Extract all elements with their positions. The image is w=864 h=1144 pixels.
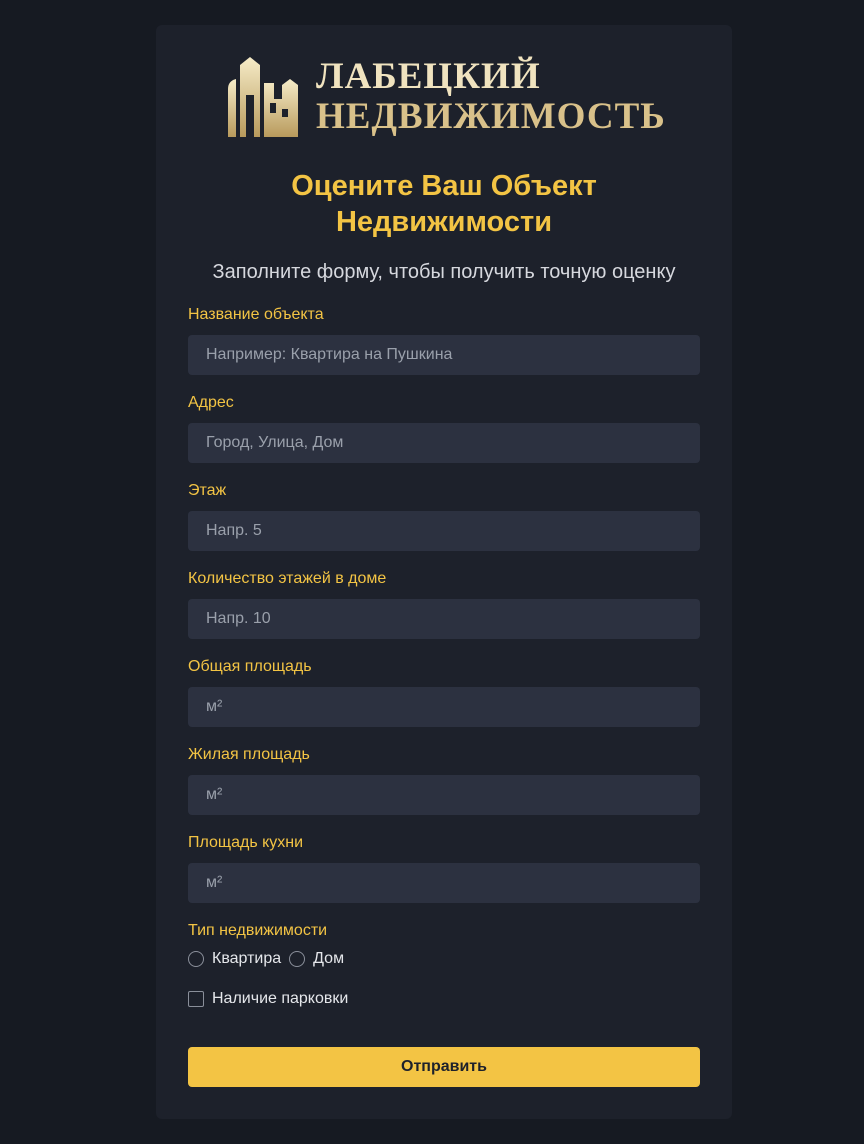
total-floors-input[interactable] [188,599,700,639]
radio-option-apartment[interactable]: Квартира [188,950,281,968]
field-total-area: Общая площадь [188,657,700,745]
page-subtitle: Заполните форму, чтобы получить точную о… [212,261,676,283]
radio-label: Дом [313,950,345,967]
field-label: Площадь кухни [188,834,304,851]
field-label: Адрес [188,394,234,411]
address-input[interactable] [188,423,700,463]
submit-button[interactable]: Отправить [188,1047,700,1087]
property-type-label: Тип недвижимости [188,922,328,939]
field-label: Этаж [188,482,227,499]
field-floor: Этаж [188,481,700,569]
field-label: Название объекта [188,306,324,323]
radio-button[interactable] [188,951,204,967]
brand-name-line1: ЛАБЕЦКИЙ [316,55,541,97]
brand-name-line2: НЕДВИЖИМОСТЬ [316,95,666,137]
valuation-form-card: ЛАБЕЦКИЙ НЕДВИЖИМОСТЬ Оцените Ваш Объект… [156,25,732,1119]
radio-button[interactable] [289,951,306,967]
living-area-input[interactable] [188,775,700,815]
field-label: Жилая площадь [188,746,310,763]
radio-option-house[interactable]: Дом [289,950,344,968]
total-area-input[interactable] [188,687,700,727]
parking-checkbox[interactable] [188,991,204,1007]
field-object-name: Название объекта [188,305,700,393]
field-label: Количество этажей в доме [188,570,387,587]
brand-logo: ЛАБЕЦКИЙ НЕДВИЖИМОСТЬ [226,55,666,137]
floor-input[interactable] [188,511,700,551]
brand-wordmark: ЛАБЕЦКИЙ НЕДВИЖИМОСТЬ [316,58,666,135]
field-total-floors: Количество этажей в доме [188,569,700,657]
object-name-input[interactable] [188,335,700,375]
valuation-form: Название объекта Адрес Этаж Количество э… [188,305,700,1011]
building-logo-icon [228,57,298,137]
field-address: Адрес [188,393,700,481]
field-living-area: Жилая площадь [188,745,700,833]
kitchen-area-input[interactable] [188,863,700,903]
radio-label: Квартира [212,950,282,967]
property-type-group: Квартира Дом [188,947,700,971]
checkbox-label: Наличие парковки [212,990,349,1007]
parking-checkbox-row[interactable]: Наличие парковки [188,987,700,1011]
field-label: Общая площадь [188,658,312,675]
field-kitchen-area: Площадь кухни [188,833,700,921]
page-title: Оцените Ваш Объект Недвижимости [291,170,597,238]
